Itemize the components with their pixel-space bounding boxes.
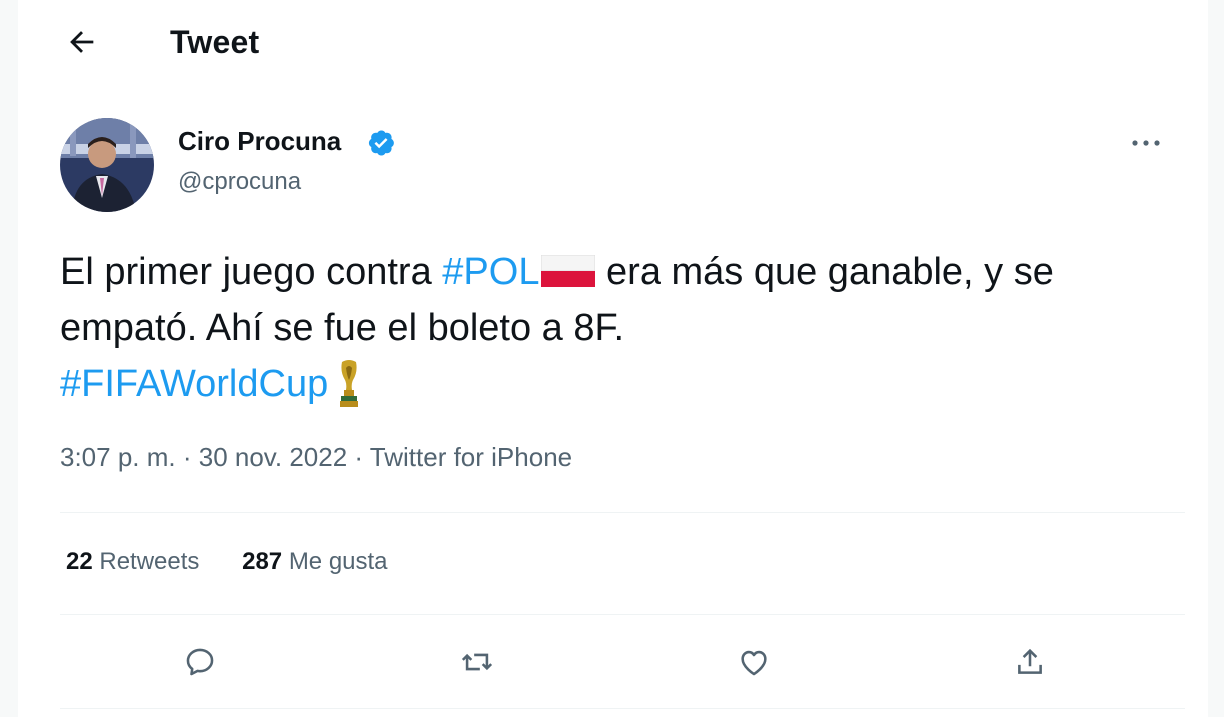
retweets-stat-link[interactable]: 22 Retweets: [66, 548, 199, 576]
hashtag-pol-link[interactable]: #POL: [442, 251, 539, 293]
page-header: Tweet: [18, 0, 1208, 90]
back-button[interactable]: [62, 22, 102, 62]
likes-count: 287: [242, 548, 283, 575]
retweets-label: Retweets: [99, 548, 200, 575]
more-options-button[interactable]: [1126, 126, 1166, 160]
tweet-time-link[interactable]: 3:07 p. m.: [60, 442, 176, 472]
tweet-text-part-1: El primer juego contra: [60, 251, 443, 293]
share-button[interactable]: [1008, 640, 1052, 684]
tweet-page: Tweet Ciro Procuna @cprocuna El primer j…: [18, 0, 1208, 717]
reply-icon: [186, 648, 214, 676]
retweet-icon: [461, 653, 493, 671]
poland-flag-icon: [541, 255, 596, 287]
hashtag-fifaworldcup-link[interactable]: #FIFAWorldCup: [60, 363, 328, 405]
retweets-count: 22: [66, 548, 93, 575]
verified-badge-icon: [368, 130, 394, 156]
tweet-date-link[interactable]: 30 nov. 2022: [199, 442, 347, 472]
page-title: Tweet: [170, 24, 260, 60]
tweet-text: El primer juego contra #POL era más que …: [60, 244, 1180, 412]
meta-separator: ·: [347, 442, 370, 472]
author-handle[interactable]: @cprocuna: [178, 168, 301, 196]
trophy-icon: [340, 360, 359, 407]
likes-label: Me gusta: [288, 548, 388, 575]
retweet-button[interactable]: [455, 640, 499, 684]
tweet-meta: 3:07 p. m. · 30 nov. 2022 · Twitter for …: [60, 442, 572, 473]
arrow-left-icon: [70, 31, 94, 53]
like-button[interactable]: [732, 640, 776, 684]
heart-icon: [741, 650, 767, 676]
divider: [60, 614, 1185, 615]
author-name[interactable]: Ciro Procuna: [178, 126, 341, 157]
reply-button[interactable]: [178, 640, 222, 684]
avatar[interactable]: [60, 118, 154, 212]
likes-stat-link[interactable]: 287 Me gusta: [242, 548, 387, 576]
divider: [60, 512, 1185, 513]
share-icon: [1018, 648, 1042, 674]
tweet-source-link[interactable]: Twitter for iPhone: [370, 442, 572, 472]
more-dots-icon: [1132, 140, 1160, 146]
tweet-stats: 22 Retweets 287 Me gusta: [66, 548, 424, 576]
meta-separator: ·: [175, 442, 199, 472]
divider: [60, 708, 1185, 709]
